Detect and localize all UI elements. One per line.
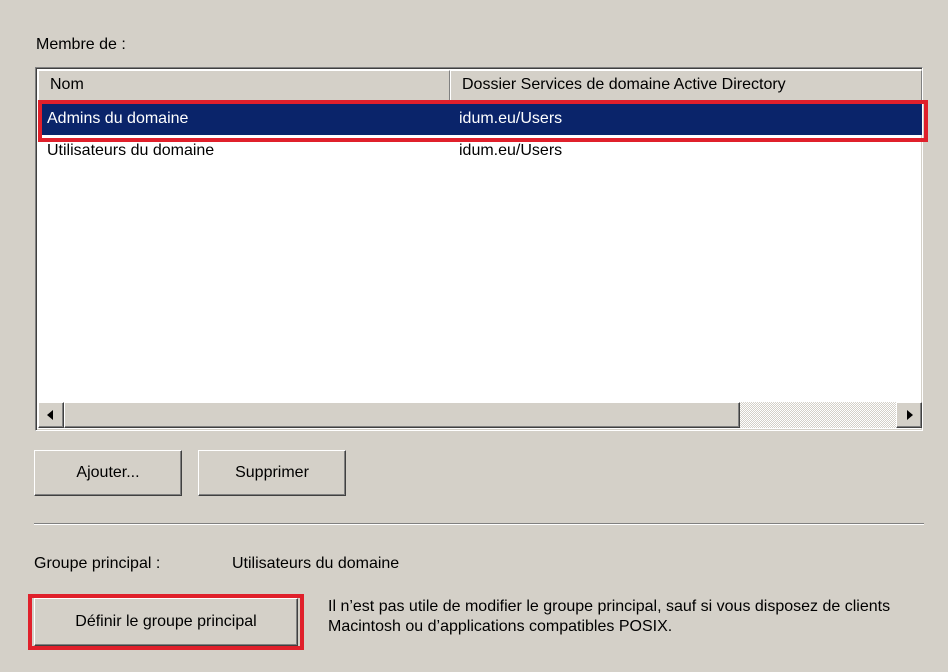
list-item[interactable]: Utilisateurs du domaine idum.eu/Users [38, 135, 922, 167]
add-button[interactable]: Ajouter... [34, 450, 182, 496]
scroll-right-button[interactable] [896, 402, 922, 428]
listview-header: Nom Dossier Services de domaine Active D… [38, 70, 922, 102]
primary-group-label: Groupe principal : [34, 555, 161, 572]
column-header-name[interactable]: Nom [38, 70, 450, 102]
remove-button[interactable]: Supprimer [198, 450, 346, 496]
set-primary-group-button[interactable]: Définir le groupe principal [34, 598, 298, 646]
primary-group-value: Utilisateurs du domaine [232, 555, 400, 572]
scroll-left-button[interactable] [38, 402, 64, 428]
primary-group-note: Il n’est pas utile de modifier le groupe… [328, 598, 891, 635]
horizontal-scrollbar[interactable] [38, 402, 922, 428]
arrow-left-icon [47, 410, 53, 420]
member-of-listview[interactable]: Nom Dossier Services de domaine Active D… [35, 67, 923, 431]
column-header-ad-folder[interactable]: Dossier Services de domaine Active Direc… [450, 70, 922, 102]
list-item[interactable]: Admins du domaine idum.eu/Users [38, 103, 922, 135]
list-item-folder: idum.eu/Users [459, 110, 563, 127]
arrow-right-icon [907, 410, 913, 420]
list-item-folder: idum.eu/Users [459, 142, 563, 159]
scrollbar-thumb[interactable] [64, 402, 740, 428]
separator [34, 523, 924, 525]
list-item-name: Utilisateurs du domaine [47, 142, 215, 159]
list-item-name: Admins du domaine [47, 110, 189, 127]
listview-rows: Admins du domaine idum.eu/Users Utilisat… [38, 103, 922, 167]
member-of-label: Membre de : [36, 36, 126, 53]
